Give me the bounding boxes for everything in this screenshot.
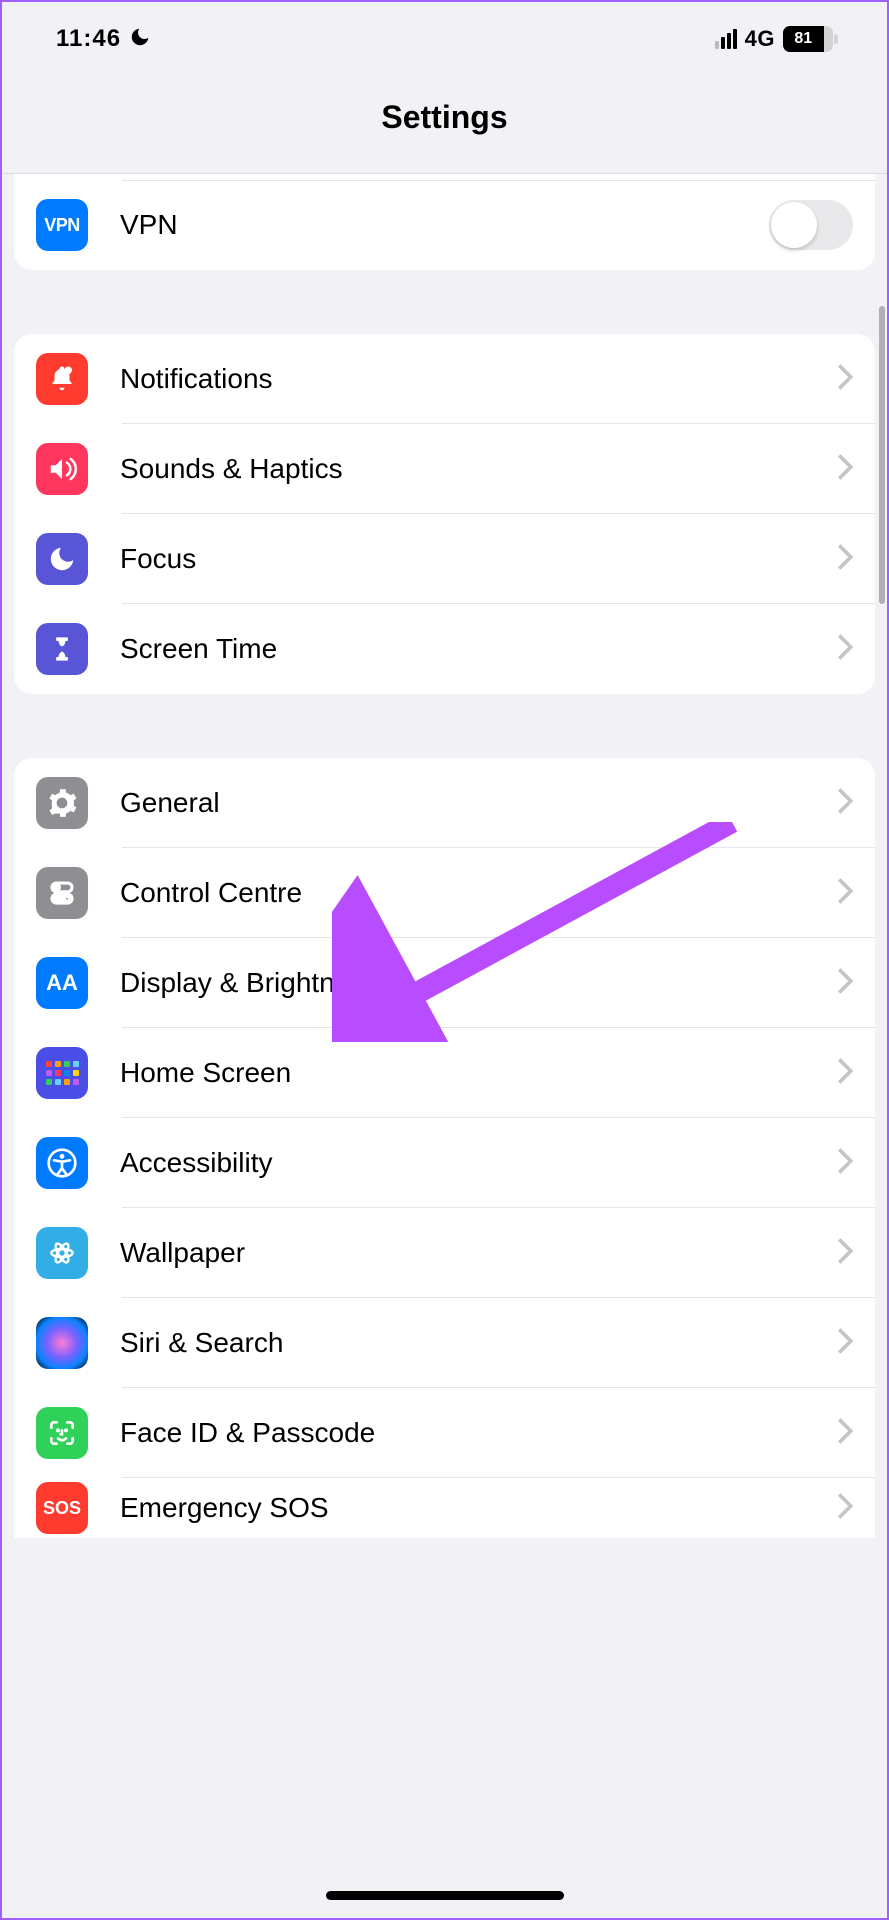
network-type: 4G [745,26,775,52]
chevron-right-icon [837,634,853,665]
chevron-right-icon [837,968,853,999]
row-label: VPN [120,209,769,241]
general-icon [36,777,88,829]
do-not-disturb-icon [129,26,151,53]
home-screen-icon [36,1047,88,1099]
sos-icon: SOS [36,1482,88,1534]
display-icon: AA [36,957,88,1009]
chevron-right-icon [837,1493,853,1524]
row-display-brightness[interactable]: AA Display & Brightness [14,938,875,1028]
device-frame: 11:46 4G 81 Settings VPN [0,0,889,1920]
vpn-icon: VPN [36,199,88,251]
battery-icon: 81 [783,26,833,52]
chevron-right-icon [837,364,853,395]
status-left: 11:46 [56,25,151,53]
control-centre-icon [36,867,88,919]
chevron-right-icon [837,878,853,909]
row-label: Face ID & Passcode [120,1417,837,1449]
row-label: Emergency SOS [120,1492,837,1524]
vpn-toggle[interactable] [769,200,853,250]
wallpaper-icon [36,1227,88,1279]
status-time: 11:46 [56,25,121,53]
row-siri-search[interactable]: Siri & Search [14,1298,875,1388]
cellular-signal-icon [715,29,737,49]
accessibility-icon [36,1137,88,1189]
row-label: Accessibility [120,1147,837,1179]
notifications-icon [36,353,88,405]
row-vpn[interactable]: VPN VPN [14,180,875,270]
face-id-icon [36,1407,88,1459]
row-notifications[interactable]: Notifications [14,334,875,424]
page-title: Settings [381,99,507,136]
row-label: Home Screen [120,1057,837,1089]
row-wallpaper[interactable]: Wallpaper [14,1208,875,1298]
chevron-right-icon [837,788,853,819]
row-home-screen[interactable]: Home Screen [14,1028,875,1118]
row-label: Wallpaper [120,1237,837,1269]
row-label: Focus [120,543,837,575]
home-indicator[interactable] [326,1891,564,1900]
settings-group-general: General Control Centre AA Display & Brig… [14,758,875,1538]
row-emergency-sos[interactable]: SOS Emergency SOS [14,1478,875,1538]
row-focus[interactable]: Focus [14,514,875,604]
chevron-right-icon [837,1238,853,1269]
chevron-right-icon [837,1328,853,1359]
chevron-right-icon [837,454,853,485]
chevron-right-icon [837,1418,853,1449]
chevron-right-icon [837,1058,853,1089]
settings-group-connectivity: VPN VPN [14,174,875,270]
row-label: Notifications [120,363,837,395]
siri-icon [36,1317,88,1369]
screen-time-icon [36,623,88,675]
focus-icon [36,533,88,585]
status-right: 4G 81 [715,26,833,52]
status-bar: 11:46 4G 81 [2,2,887,62]
nav-header: Settings [2,62,887,174]
row-label: Display & Brightness [120,967,837,999]
display-icon-text: AA [46,970,78,996]
row-label: Siri & Search [120,1327,837,1359]
row-accessibility[interactable]: Accessibility [14,1118,875,1208]
vpn-icon-text: VPN [44,215,80,236]
row-general[interactable]: General [14,758,875,848]
chevron-right-icon [837,544,853,575]
row-label: Sounds & Haptics [120,453,837,485]
chevron-right-icon [837,1148,853,1179]
row-control-centre[interactable]: Control Centre [14,848,875,938]
row-label: Control Centre [120,877,837,909]
row-label: Screen Time [120,633,837,665]
row-face-id-passcode[interactable]: Face ID & Passcode [14,1388,875,1478]
settings-list[interactable]: VPN VPN Notifications Sounds & Haptics [2,174,887,1538]
scrollbar[interactable] [879,306,885,604]
battery-level: 81 [783,26,824,52]
row-screen-time[interactable]: Screen Time [14,604,875,694]
row-sounds-haptics[interactable]: Sounds & Haptics [14,424,875,514]
sounds-icon [36,443,88,495]
settings-group-notifications: Notifications Sounds & Haptics Focus [14,334,875,694]
row-label: General [120,787,837,819]
sos-icon-text: SOS [43,1498,81,1519]
